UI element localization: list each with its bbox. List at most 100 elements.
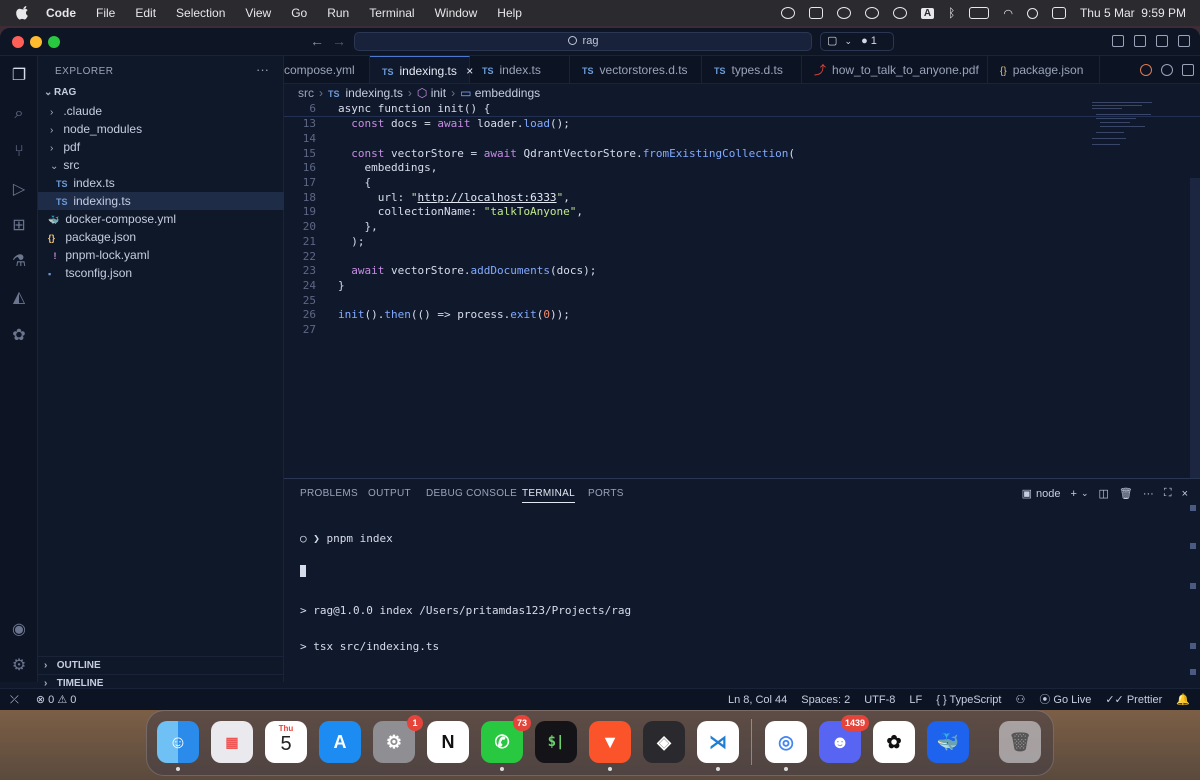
- new-terminal-plus-icon[interactable]: +: [1071, 488, 1077, 500]
- code-editor[interactable]: 6 async function init() { 13 const docs …: [284, 102, 1200, 478]
- tab-problems[interactable]: PROBLEMS: [300, 488, 358, 499]
- finder-app-icon[interactable]: ☺: [157, 721, 199, 763]
- toggle-sidebar-icon[interactable]: [1134, 35, 1146, 47]
- tab-index-ts[interactable]: TS index.ts: [470, 56, 570, 83]
- openai-chat-icon[interactable]: ✿: [9, 326, 29, 346]
- chatgpt-app-icon[interactable]: ✿: [873, 721, 915, 763]
- terminal-output[interactable]: ○ ❯ pnpm index > rag@1.0.0 index /Users/…: [300, 509, 631, 677]
- prisma-icon[interactable]: ◭: [9, 288, 29, 308]
- input-source-indicator[interactable]: A: [920, 7, 935, 19]
- launchpad-app-icon[interactable]: ▦: [211, 721, 253, 763]
- account-icon[interactable]: ◉: [9, 620, 29, 640]
- run-debug-icon[interactable]: ▷: [9, 180, 29, 200]
- docker-app-icon[interactable]: 🐳: [927, 721, 969, 763]
- wifi-icon[interactable]: ◠: [1003, 7, 1013, 20]
- breadcrumb-symbol[interactable]: embeddings: [475, 86, 540, 100]
- trash-icon[interactable]: 🗑: [1119, 487, 1133, 500]
- notifications-bell-icon[interactable]: 🔔: [1176, 689, 1190, 710]
- breadcrumb-file[interactable]: indexing.ts: [346, 86, 403, 100]
- tree-item-index-ts[interactable]: TS index.ts: [38, 174, 284, 192]
- chevron-down-icon[interactable]: ⌄: [1081, 488, 1089, 499]
- discord-app-icon[interactable]: ☻ 1439: [819, 715, 869, 763]
- source-control-icon[interactable]: ⑂: [9, 142, 29, 162]
- copilot-chat-button[interactable]: ▢ ⌄ ● 1: [820, 32, 894, 51]
- control-center-icon[interactable]: [1051, 7, 1066, 19]
- errors-icon[interactable]: ⊗: [36, 694, 45, 706]
- tab-vectorstores-d-ts[interactable]: TS vectorstores.d.ts: [570, 56, 702, 83]
- tree-item-pnpm-lock[interactable]: ! pnpm-lock.yaml: [38, 246, 284, 264]
- close-window-button[interactable]: [12, 36, 24, 48]
- language-mode[interactable]: { } TypeScript: [936, 689, 1001, 710]
- app-store-app-icon[interactable]: A: [319, 721, 361, 763]
- prettier-button[interactable]: ✓✓ Prettier: [1105, 689, 1162, 710]
- customize-layout-icon[interactable]: [1112, 35, 1124, 47]
- menu-run[interactable]: Run: [327, 6, 349, 20]
- toggle-secondary-sidebar-icon[interactable]: [1178, 35, 1190, 47]
- menu-selection[interactable]: Selection: [176, 6, 225, 20]
- sticky-scroll-header[interactable]: 6 async function init() {: [284, 102, 1200, 117]
- tab-indexing-ts[interactable]: TS indexing.ts ×: [370, 56, 473, 83]
- minimize-window-button[interactable]: [30, 36, 42, 48]
- tab-compose-yml[interactable]: compose.yml: [284, 56, 370, 83]
- tree-item-package-json[interactable]: {} package.json: [38, 228, 284, 246]
- command-center-search[interactable]: rag: [354, 32, 812, 51]
- more-actions-icon[interactable]: ···: [1143, 488, 1154, 500]
- toggle-panel-icon[interactable]: [1156, 35, 1168, 47]
- chatgpt-tray-icon[interactable]: [836, 7, 851, 19]
- whatsapp-app-icon[interactable]: ✆ 73: [481, 715, 531, 763]
- extension-icon[interactable]: [808, 7, 823, 19]
- error-count[interactable]: 0: [48, 694, 54, 706]
- tree-item-src[interactable]: ⌄ src: [38, 156, 284, 174]
- more-actions-icon[interactable]: ···: [256, 62, 269, 77]
- tab-types-d-ts[interactable]: TS types.d.ts: [702, 56, 802, 83]
- menu-edit[interactable]: Edit: [135, 6, 156, 20]
- screen-time-icon[interactable]: [780, 7, 795, 19]
- remote-indicator-icon[interactable]: ⤫: [10, 694, 19, 706]
- explorer-files-icon[interactable]: ❐: [9, 66, 29, 86]
- terminal-app-icon[interactable]: $|: [535, 721, 577, 763]
- tab-package-json[interactable]: {} package.json: [988, 56, 1100, 83]
- forward-arrow-icon[interactable]: →: [332, 33, 346, 49]
- workspace-root-folder[interactable]: ⌄ RAG: [38, 84, 284, 102]
- tab-output[interactable]: OUTPUT: [368, 488, 411, 499]
- notion-app-icon[interactable]: N: [427, 721, 469, 763]
- bluetooth-icon[interactable]: ᛒ: [948, 6, 955, 20]
- tree-item-node-modules[interactable]: › node_modules: [38, 120, 284, 138]
- settings-gear-icon[interactable]: ⚙: [9, 656, 29, 676]
- split-editor-icon[interactable]: [1182, 64, 1194, 76]
- split-terminal-icon[interactable]: ◫: [1098, 487, 1108, 500]
- maximize-panel-icon[interactable]: ⛶: [1164, 487, 1172, 500]
- calendar-app-icon[interactable]: Thu 5: [265, 721, 307, 763]
- tree-item-docker-compose[interactable]: 🐳 docker-compose.yml: [38, 210, 284, 228]
- claude-sparkle-icon[interactable]: [1140, 64, 1152, 76]
- focus-moon-icon[interactable]: [864, 7, 879, 19]
- copilot-icon[interactable]: ⚇: [1015, 689, 1025, 710]
- warning-count[interactable]: 0: [70, 694, 76, 706]
- zoom-window-button[interactable]: [48, 36, 60, 48]
- tab-debug-console[interactable]: DEBUG CONSOLE: [426, 488, 517, 499]
- tree-item-pdf[interactable]: › pdf: [38, 138, 284, 156]
- warnings-icon[interactable]: ⚠: [57, 694, 67, 706]
- media-play-icon[interactable]: [892, 7, 907, 19]
- brave-browser-app-icon[interactable]: ▼: [589, 721, 631, 763]
- spotlight-search-icon[interactable]: [1026, 7, 1038, 19]
- tree-item-claude[interactable]: › .claude: [38, 102, 284, 120]
- menu-file[interactable]: File: [96, 6, 115, 20]
- tree-item-indexing-ts[interactable]: TS indexing.ts: [38, 192, 284, 210]
- menu-app-name[interactable]: Code: [46, 6, 76, 20]
- breadcrumb-folder[interactable]: src: [298, 86, 314, 100]
- encoding[interactable]: UTF-8: [864, 689, 895, 710]
- editor-scrollbar[interactable]: [1190, 178, 1200, 478]
- testing-flask-icon[interactable]: ⚗: [9, 252, 29, 272]
- apple-icon[interactable]: [16, 6, 30, 20]
- menu-help[interactable]: Help: [497, 6, 522, 20]
- indentation[interactable]: Spaces: 2: [801, 689, 850, 710]
- tree-item-tsconfig[interactable]: ▪ tsconfig.json: [38, 264, 284, 282]
- tab-ports[interactable]: PORTS: [588, 488, 624, 499]
- search-icon[interactable]: ⌕: [9, 104, 29, 124]
- menu-go[interactable]: Go: [291, 6, 307, 20]
- menu-window[interactable]: Window: [435, 6, 478, 20]
- outline-section[interactable]: › OUTLINE: [38, 656, 284, 674]
- chrome-app-icon[interactable]: ◎: [765, 721, 807, 763]
- openai-chat-icon[interactable]: [1161, 64, 1173, 76]
